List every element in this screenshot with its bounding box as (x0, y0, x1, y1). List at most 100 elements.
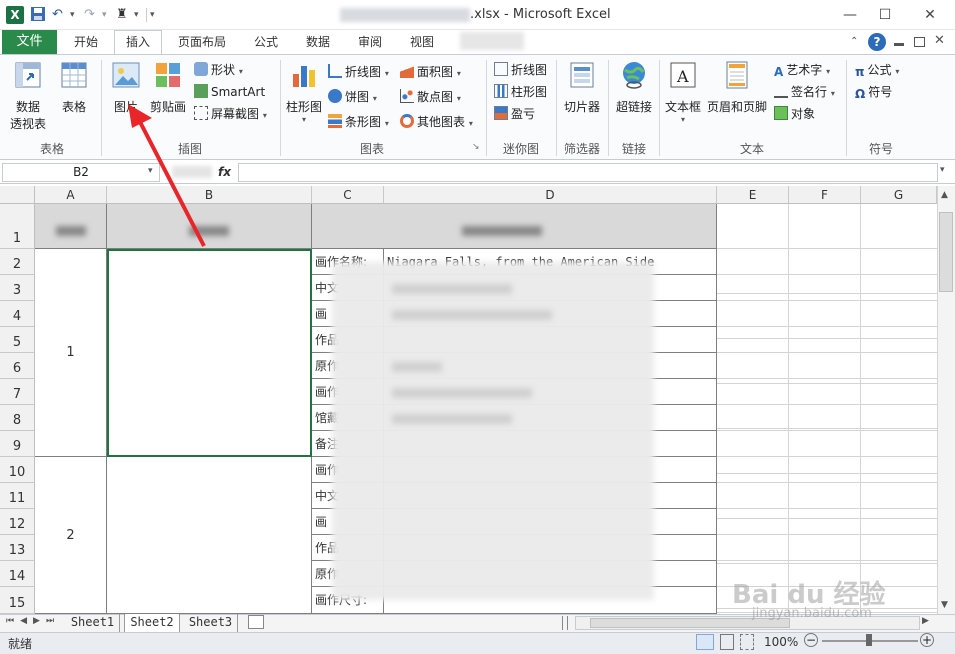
merged-cell-b10-b15[interactable] (107, 457, 312, 614)
picture-button[interactable]: 图片 (106, 60, 146, 115)
row-header-9[interactable]: 9 (0, 431, 35, 457)
row-header-8[interactable]: 8 (0, 405, 35, 431)
row-header-3[interactable]: 3 (0, 275, 35, 301)
merged-cell-b2-b9-selected[interactable] (107, 249, 312, 457)
sheet-tab-sheet2-active[interactable]: Sheet2 (124, 614, 180, 632)
qa-more-icon[interactable]: ▾ (150, 6, 155, 24)
column-header-e[interactable]: E (717, 186, 789, 204)
header-cell-a1[interactable] (35, 204, 107, 249)
excel-app-icon[interactable]: X (6, 6, 24, 24)
header-cell-c1-d1[interactable] (312, 204, 717, 249)
scroll-up-icon[interactable]: ▲ (941, 190, 948, 200)
pie-chart-button[interactable]: 饼图 ▾ (328, 89, 377, 107)
row-header-2[interactable]: 2 (0, 249, 35, 275)
column-chart-button[interactable]: 柱形图 ▾ (284, 60, 324, 124)
wordart-button[interactable]: A 艺术字 ▾ (774, 62, 830, 80)
zoom-in-button[interactable]: + (920, 633, 934, 647)
tab-page-layout[interactable]: 页面布局 (172, 30, 232, 54)
row-header-1[interactable]: 1 (0, 204, 35, 249)
charts-dialog-launcher-icon[interactable]: ↘ (472, 142, 480, 152)
name-box-dropdown-icon[interactable]: ▾ (148, 166, 153, 176)
ribbon-collapse-icon[interactable]: ⌃ (850, 36, 858, 47)
slicer-button[interactable]: 切片器 (560, 60, 604, 115)
row-header-11[interactable]: 11 (0, 483, 35, 509)
row-header-12[interactable]: 12 (0, 509, 35, 535)
redo-icon[interactable]: ↷ (84, 6, 95, 24)
merged-cell-a10-a15[interactable]: 2 (35, 457, 107, 614)
table-button[interactable]: 表格 (54, 60, 94, 115)
undo-icon[interactable]: ↶ (52, 6, 63, 24)
tab-file[interactable]: 文件 (2, 30, 57, 54)
maximize-button[interactable]: ☐ (865, 0, 905, 30)
tab-formulas[interactable]: 公式 (244, 30, 288, 54)
line-chart-button[interactable]: 折线图 ▾ (328, 64, 389, 82)
scroll-down-icon[interactable]: ▼ (941, 600, 948, 610)
row-header-6[interactable]: 6 (0, 353, 35, 379)
row-header-5[interactable]: 5 (0, 327, 35, 353)
page-layout-view-icon[interactable] (720, 634, 734, 650)
zoom-level[interactable]: 100% (764, 635, 798, 649)
row-header-13[interactable]: 13 (0, 535, 35, 561)
symbol-button[interactable]: Ω 符号 (855, 84, 892, 101)
tab-home[interactable]: 开始 (66, 30, 106, 54)
other-charts-button[interactable]: 其他图表 ▾ (400, 114, 473, 132)
save-icon[interactable] (30, 6, 46, 24)
area-chart-button[interactable]: 面积图 ▾ (400, 64, 461, 82)
doc-restore-icon[interactable] (914, 37, 925, 47)
equation-button[interactable]: π 公式 ▾ (855, 62, 899, 80)
screenshot-button[interactable]: 屏幕截图 ▾ (194, 106, 267, 124)
tab-split-handle[interactable] (562, 616, 568, 630)
scroll-right-icon[interactable]: ▶ (922, 616, 929, 626)
clipart-button[interactable]: 剪贴画 (148, 60, 188, 115)
insert-function-icon[interactable]: fx (218, 163, 236, 181)
header-footer-button[interactable]: 页眉和页脚 (704, 60, 770, 115)
select-all-corner[interactable] (0, 186, 35, 204)
sheet-tab-sheet3[interactable]: Sheet3 (184, 614, 238, 632)
insert-sheet-icon[interactable] (248, 615, 264, 629)
scatter-chart-button[interactable]: 散点图 ▾ (400, 89, 461, 107)
pivot-table-button[interactable]: 数据 透视表 (6, 60, 50, 132)
doc-minimize-icon[interactable] (894, 43, 904, 46)
tab-review[interactable]: 审阅 (348, 30, 392, 54)
zoom-slider-thumb[interactable] (866, 634, 872, 646)
merged-cell-a2-a9[interactable]: 1 (35, 249, 107, 457)
tab-data[interactable]: 数据 (296, 30, 340, 54)
column-header-b[interactable]: B (107, 186, 312, 204)
name-box[interactable]: B2 (2, 163, 160, 182)
sheet-tab-sheet1[interactable]: Sheet1 (66, 614, 120, 632)
find-binoculars-icon[interactable]: ♜ (116, 6, 128, 24)
tab-view[interactable]: 视图 (400, 30, 444, 54)
formula-expand-icon[interactable]: ▾ (940, 165, 945, 175)
smartart-button[interactable]: SmartArt (194, 84, 265, 100)
column-header-a[interactable]: A (35, 186, 107, 204)
column-header-c[interactable]: C (312, 186, 384, 204)
minimize-button[interactable]: — (830, 0, 870, 30)
signature-line-button[interactable]: 签名行 ▾ (774, 84, 835, 102)
undo-dropdown-icon[interactable]: ▾ (70, 6, 75, 24)
row-header-10[interactable]: 10 (0, 457, 35, 483)
header-cell-b1[interactable] (107, 204, 312, 249)
doc-close-icon[interactable]: ✕ (934, 33, 945, 48)
object-button[interactable]: 对象 (774, 106, 815, 122)
sparkline-line-button[interactable]: 折线图 (494, 62, 547, 78)
row-header-7[interactable]: 7 (0, 379, 35, 405)
vertical-scroll-thumb[interactable] (939, 212, 953, 292)
formula-input[interactable] (238, 163, 938, 182)
sheet-nav-icons[interactable]: ⏮◀▶⏭ (6, 616, 60, 626)
sparkline-winloss-button[interactable]: 盈亏 (494, 106, 535, 122)
tab-insert[interactable]: 插入 (116, 30, 160, 54)
row-header-14[interactable]: 14 (0, 561, 35, 587)
shapes-button[interactable]: 形状 ▾ (194, 62, 243, 80)
bar-chart-button[interactable]: 条形图 ▾ (328, 114, 389, 132)
column-header-d[interactable]: D (384, 186, 717, 204)
column-header-g[interactable]: G (861, 186, 937, 204)
textbox-button[interactable]: A 文本框 ▾ (663, 60, 703, 124)
zoom-out-button[interactable]: − (804, 633, 818, 647)
sparkline-column-button[interactable]: 柱形图 (494, 84, 547, 100)
hyperlink-button[interactable]: 超链接 (612, 60, 656, 115)
customize-dropdown-icon[interactable]: ▾ (134, 6, 139, 24)
row-header-4[interactable]: 4 (0, 301, 35, 327)
column-header-f[interactable]: F (789, 186, 861, 204)
row-header-15[interactable]: 15 (0, 587, 35, 614)
help-icon[interactable]: ? (868, 33, 886, 51)
